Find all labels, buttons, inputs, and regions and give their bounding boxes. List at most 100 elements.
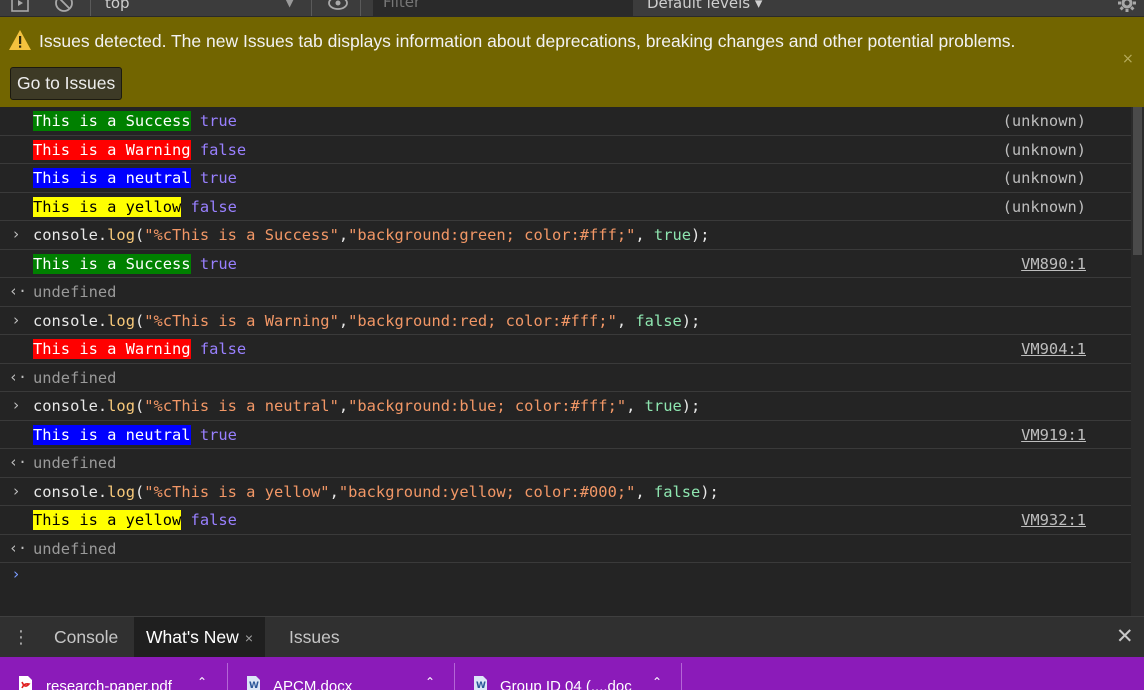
download-item[interactable]: research-paper.pdf ⌃ bbox=[0, 659, 226, 690]
warning-icon bbox=[8, 29, 32, 51]
context-selector[interactable]: top bbox=[105, 0, 130, 14]
chevron-up-icon[interactable]: ⌃ bbox=[652, 675, 662, 689]
code-token: "background:yellow; color:#000;" bbox=[338, 482, 636, 501]
styled-message: This is a yellow bbox=[33, 510, 182, 530]
code-token: ); bbox=[681, 397, 701, 415]
close-drawer-icon[interactable]: ✕ bbox=[1116, 624, 1134, 648]
source-link[interactable]: VM932:1 bbox=[1021, 511, 1086, 529]
tab-console[interactable]: Console bbox=[42, 617, 130, 658]
source-link: (unknown) bbox=[1002, 169, 1086, 187]
command-text: console.log("%cThis is a Success","backg… bbox=[33, 226, 710, 244]
code-token: . bbox=[97, 226, 108, 244]
gear-icon[interactable] bbox=[1116, 0, 1138, 14]
code-token: ); bbox=[691, 226, 710, 244]
styled-message: This is a Warning bbox=[33, 339, 191, 359]
source-link[interactable]: VM890:1 bbox=[1021, 255, 1086, 273]
code-token: ( bbox=[134, 226, 145, 244]
styled-message: This is a yellow bbox=[33, 196, 182, 217]
result-arrow-icon: ‹· bbox=[9, 282, 28, 300]
chevron-up-icon[interactable]: ⌃ bbox=[197, 675, 207, 689]
code-token: ( bbox=[134, 397, 145, 415]
code-token: , bbox=[635, 482, 654, 501]
source-link[interactable]: VM904:1 bbox=[1021, 340, 1086, 358]
issues-banner: Issues detected. The new Issues tab disp… bbox=[0, 17, 1144, 107]
message-text: This is a yellow false bbox=[33, 196, 237, 217]
boolean-value: false bbox=[199, 140, 247, 159]
message-text: This is a Success true bbox=[33, 253, 237, 274]
scrollbar-thumb[interactable] bbox=[1133, 107, 1142, 255]
console-input-row: › console.log("%cThis is a neutral","back… bbox=[0, 392, 1131, 421]
sidebar-toggle-icon[interactable] bbox=[9, 0, 31, 14]
source-link[interactable]: VM919:1 bbox=[1021, 426, 1086, 444]
result-arrow-icon: ‹· bbox=[9, 453, 28, 471]
code-token: log bbox=[107, 311, 135, 330]
drawer-tabbar: ⋮ Console What's New × Issues ✕ bbox=[0, 616, 1144, 658]
log-levels-dropdown[interactable]: Default levels ▾ bbox=[647, 0, 762, 14]
code-token: , bbox=[626, 397, 645, 415]
tab-label: Issues bbox=[289, 627, 340, 647]
boolean-value: false bbox=[199, 340, 247, 358]
console-result-row: ‹· undefined bbox=[0, 364, 1131, 392]
message-text: This is a neutral true bbox=[33, 168, 237, 188]
source-link: (unknown) bbox=[1002, 197, 1086, 216]
close-banner-icon[interactable]: × bbox=[1122, 51, 1134, 67]
console-input-row: › console.log("%cThis is a Success","back… bbox=[0, 221, 1131, 250]
console-prompt[interactable]: › bbox=[0, 560, 1131, 588]
console-result-row: ‹· undefined bbox=[0, 449, 1131, 478]
input-chevron-icon: › bbox=[11, 396, 21, 414]
tab-issues[interactable]: Issues bbox=[277, 617, 352, 658]
styled-message: This is a Success bbox=[33, 253, 191, 274]
code-token: true bbox=[653, 226, 691, 244]
download-name: APCM.docx bbox=[273, 678, 353, 690]
boolean-value: false bbox=[190, 197, 237, 216]
tab-label: What's New bbox=[146, 627, 239, 647]
result-text: undefined bbox=[33, 368, 117, 387]
styled-message: This is a neutral bbox=[33, 424, 191, 445]
input-chevron-icon: › bbox=[11, 481, 21, 500]
console-message-row: This is a yellow false (unknown) bbox=[0, 193, 1131, 221]
message-text: This is a yellow false bbox=[33, 510, 237, 530]
code-token: "%cThis is a neutral" bbox=[144, 397, 339, 415]
console-log: This is a Success true (unknown) This is a… bbox=[0, 107, 1144, 616]
chevron-up-icon[interactable]: ⌃ bbox=[425, 675, 435, 689]
code-token: console bbox=[33, 226, 98, 244]
code-token: ( bbox=[134, 482, 145, 501]
console-message-row: This is a Warning false (unknown) bbox=[0, 136, 1131, 164]
result-text: undefined bbox=[33, 283, 117, 301]
go-to-issues-button[interactable]: Go to Issues bbox=[10, 67, 123, 100]
styled-message: This is a Warning bbox=[33, 139, 191, 160]
console-message-row: This is a Warning false VM904:1 bbox=[0, 335, 1131, 364]
toolbar-divider bbox=[311, 0, 312, 16]
issues-message: Issues detected. The new Issues tab disp… bbox=[39, 31, 1016, 51]
tab-label: Console bbox=[54, 627, 119, 647]
message-text: This is a Success true bbox=[33, 111, 237, 131]
code-token: , bbox=[616, 311, 636, 330]
message-text: This is a Warning false bbox=[33, 339, 247, 359]
console-result-row: ‹· undefined bbox=[0, 278, 1131, 307]
console-input-row: › console.log("%cThis is a yellow","backg… bbox=[0, 478, 1131, 506]
code-token: ( bbox=[134, 311, 145, 330]
code-token: false bbox=[635, 311, 682, 330]
prompt-caret-icon: › bbox=[11, 565, 21, 583]
download-item[interactable]: W APCM.docx ⌃ bbox=[228, 659, 454, 690]
boolean-value: true bbox=[199, 112, 237, 130]
tab-whats-new[interactable]: What's New × bbox=[134, 617, 265, 658]
filter-input[interactable] bbox=[383, 0, 623, 13]
console-message-row: This is a yellow false VM932:1 bbox=[0, 506, 1131, 535]
more-tools-icon[interactable]: ⋮ bbox=[10, 625, 32, 651]
result-arrow-icon: ‹· bbox=[9, 538, 28, 557]
word-file-icon: W bbox=[474, 676, 487, 690]
close-tab-icon[interactable]: × bbox=[245, 630, 253, 646]
eye-icon[interactable] bbox=[327, 0, 349, 14]
styled-message: This is a neutral bbox=[33, 168, 191, 188]
scrollbar[interactable] bbox=[1131, 107, 1144, 616]
download-item[interactable]: W Group ID 04 (....doc ⌃ bbox=[455, 659, 681, 690]
code-token: "background:green; color:#fff;" bbox=[348, 226, 636, 244]
code-token: true bbox=[644, 397, 682, 415]
console-result-row: ‹· undefined bbox=[0, 535, 1131, 563]
result-text: undefined bbox=[33, 539, 117, 558]
result-text: undefined bbox=[33, 454, 117, 472]
clear-console-icon[interactable] bbox=[53, 0, 75, 14]
code-token: log bbox=[107, 482, 135, 501]
source-link: (unknown) bbox=[1002, 112, 1086, 130]
